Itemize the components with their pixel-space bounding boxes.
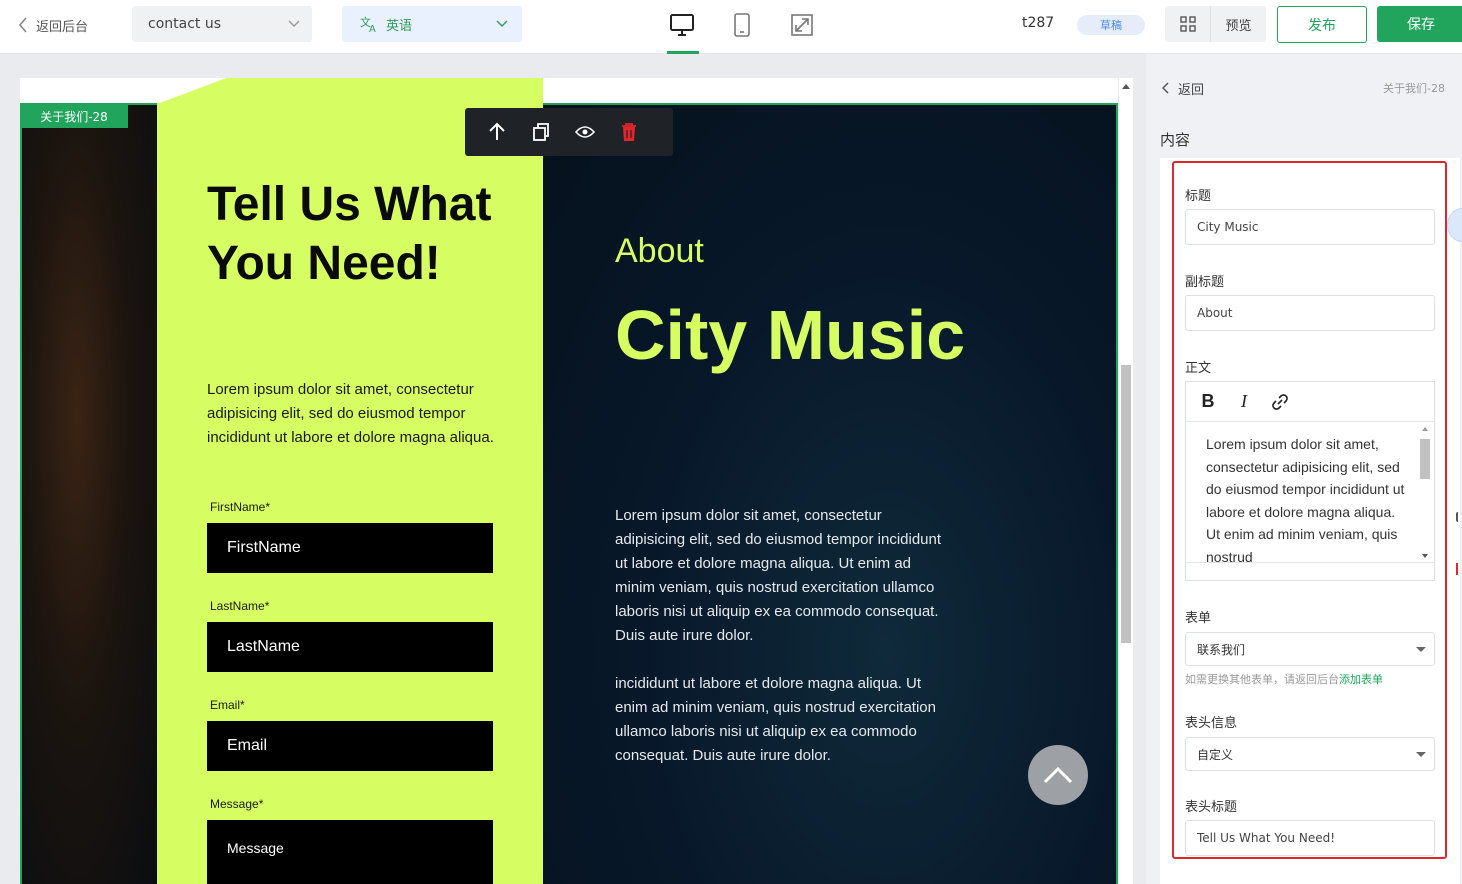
lastname-label: LastName* [210,599,270,613]
trash-icon[interactable] [619,122,639,142]
language-select[interactable]: 文 A 英语 [342,6,522,42]
chevron-down-icon [496,20,508,27]
status-badge: 草稿 [1077,15,1145,35]
arrow-up-icon[interactable] [487,122,507,142]
add-form-link[interactable]: 添加表单 [1339,673,1383,686]
side-tab-marker[interactable] [1456,512,1462,522]
svg-text:A: A [369,24,376,33]
lime-wedge [157,78,543,104]
link-icon[interactable] [1270,392,1290,412]
bold-icon[interactable]: B [1198,391,1218,412]
block-toolbar [465,108,673,156]
rte-toolbar: B I [1186,382,1434,422]
scroll-up-arrow[interactable] [1122,84,1130,89]
rte-scroll-down[interactable] [1422,554,1428,558]
language-value: 英语 [386,18,413,34]
about-title: City Music [615,296,966,374]
site-name: t287 [1022,15,1055,31]
body-label: 正文 [1185,361,1212,376]
form-title: Tell Us What You Need! [207,178,492,290]
chevron-left-icon [1162,82,1169,94]
panel-back-label: 返回 [1178,82,1205,98]
message-field[interactable]: Message [207,820,493,884]
rte-scrollbar[interactable] [1418,423,1432,562]
fullscreen-button[interactable] [787,10,817,40]
panel-back-link[interactable]: 返回 [1162,78,1204,98]
layout-grid-button[interactable] [1165,6,1211,42]
rte-scroll-thumb[interactable] [1420,439,1430,479]
form-select-value: 联系我们 [1197,642,1246,657]
chevron-left-icon [18,17,27,33]
translate-icon: 文 A [360,15,376,33]
message-label: Message* [210,797,264,811]
tablet-icon [734,13,750,37]
preview-button[interactable]: 预览 [1211,15,1266,34]
subtitle-label: 副标题 [1185,275,1225,290]
about-paragraph-1: Lorem ipsum dolor sit amet, consectetur … [615,507,942,644]
rte-scroll-up[interactable] [1422,427,1428,431]
scroll-to-top-button[interactable] [1028,745,1088,805]
grid-icon [1179,16,1196,32]
header-info-label: 表头信息 [1185,716,1238,731]
contact-form-panel: Tell Us What You Need! Lorem ipsum dolor… [157,103,543,884]
previous-section-strip [20,78,1118,104]
save-button[interactable]: 保存 [1377,6,1462,42]
form-hint: 如需更换其他表单，请返回后台添加表单 [1185,671,1383,687]
top-bar: 返回后台 contact us 文 A 英语 t287 草稿 预览 发布 保存 [0,0,1462,54]
header-title-input[interactable]: Tell Us What You Need! [1185,820,1435,856]
chevron-up-icon [1043,766,1073,784]
desktop-icon [670,14,694,36]
eye-icon[interactable] [575,122,595,142]
about-paragraph-2: incididunt ut labore et dolore magna ali… [615,675,936,764]
form-hint-text: 如需更换其他表单，请返回后台 [1185,673,1339,686]
desktop-view-button[interactable] [667,10,697,40]
email-label: Email* [210,698,245,712]
title-label: 标题 [1185,189,1212,204]
form-description: Lorem ipsum dolor sit amet, consectetur … [207,381,494,446]
firstname-label: FirstName* [210,500,271,514]
active-device-indicator [667,51,699,54]
about-subtitle: About [615,232,704,270]
preview-group: 预览 [1165,6,1266,42]
panel-section-title: 内容 [1160,131,1191,149]
title-input[interactable]: City Music [1185,209,1435,245]
caret-down-icon [1416,751,1426,757]
form-select[interactable]: 联系我们 [1185,632,1435,666]
chevron-down-icon [288,20,300,27]
email-field[interactable]: Email [207,721,493,771]
header-info-value: 自定义 [1197,747,1234,762]
background-image-left [22,105,159,884]
form-label: 表单 [1185,611,1212,626]
italic-icon[interactable]: I [1234,391,1254,412]
section-tag[interactable]: 关于我们-28 [20,104,128,128]
subtitle-input[interactable]: About [1185,295,1435,331]
page-select-value: contact us [148,16,222,32]
copy-icon[interactable] [531,122,551,142]
about-body: Lorem ipsum dolor sit amet, consectetur … [615,504,945,768]
back-to-admin-label: 返回后台 [36,19,89,35]
header-title-label: 表头标题 [1185,800,1238,815]
header-info-select[interactable]: 自定义 [1185,737,1435,771]
lastname-field[interactable]: LastName [207,622,493,672]
panel-breadcrumb: 关于我们-28 [1383,82,1445,95]
rte-content[interactable]: Lorem ipsum dolor sit amet, consectetur … [1186,423,1420,562]
body-rich-text-editor[interactable]: B I Lorem ipsum dolor sit amet, consecte… [1185,381,1435,581]
back-to-admin-link[interactable]: 返回后台 [18,14,88,36]
page-select[interactable]: contact us [132,6,312,42]
canvas-scrollbar[interactable] [1119,78,1133,884]
tablet-view-button[interactable] [727,10,757,40]
firstname-field[interactable]: FirstName [207,523,493,573]
canvas-scroll-thumb[interactable] [1121,365,1131,643]
expand-icon [791,14,813,36]
caret-down-icon [1416,646,1426,652]
rte-footer [1186,562,1434,580]
publish-button[interactable]: 发布 [1277,6,1367,43]
side-tab-marker-red[interactable] [1456,563,1462,575]
